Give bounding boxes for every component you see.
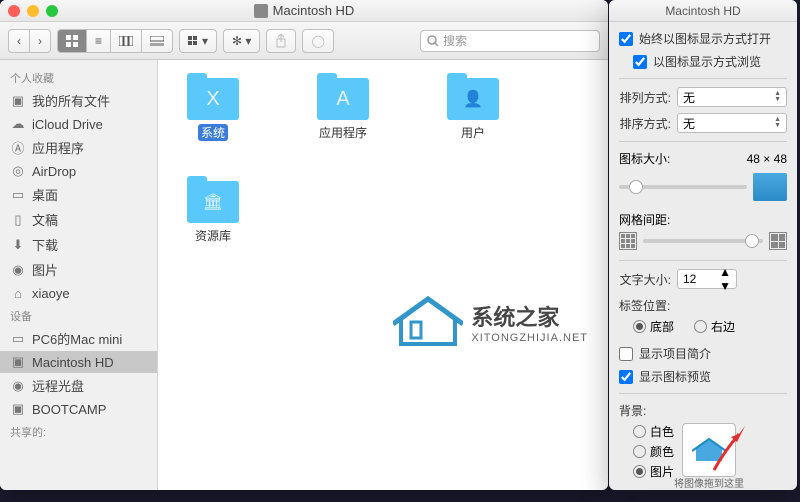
apps-icon: Ⓐ	[10, 140, 26, 156]
sidebar-item-apps[interactable]: Ⓐ应用程序	[0, 135, 157, 160]
sidebar-section-shared: 共享的:	[0, 420, 157, 442]
label-right-radio[interactable]: 右边	[694, 318, 735, 335]
bg-image-radio[interactable]: 图片	[633, 463, 674, 480]
folder-system[interactable]: X 系统	[178, 78, 248, 141]
grid-small-icon	[619, 232, 637, 250]
options-title[interactable]: Macintosh HD	[609, 0, 797, 22]
home-icon: ⌂	[10, 285, 26, 301]
stepper-icon: ▲▼	[774, 91, 781, 103]
checkbox[interactable]	[619, 32, 633, 46]
close-button[interactable]	[8, 5, 20, 17]
desktop-icon: ▭	[10, 187, 26, 203]
sidebar-item-downloads[interactable]: ⬇下载	[0, 232, 157, 257]
sidebar-section-devices: 设备	[0, 304, 157, 326]
sidebar-item-all-files[interactable]: ▣我的所有文件	[0, 88, 157, 113]
action-button[interactable]: ✻ ▾	[223, 29, 260, 53]
doc-icon: ▯	[10, 212, 26, 228]
disc-icon: ◉	[10, 378, 26, 394]
folder-users[interactable]: 👤 用户	[438, 78, 508, 141]
arrange-button[interactable]: ▾	[179, 29, 217, 53]
coverflow-view-button[interactable]	[141, 29, 173, 53]
nav-group: ‹ ›	[8, 29, 51, 53]
always-icon-checkbox[interactable]: 始终以图标显示方式打开	[619, 30, 787, 47]
forward-button[interactable]: ›	[29, 29, 51, 53]
minimize-button[interactable]	[27, 5, 39, 17]
grid-spacing-slider[interactable]	[643, 239, 763, 243]
label-bottom-radio[interactable]: 底部	[633, 318, 674, 335]
show-preview-checkbox[interactable]: 显示图标预览	[619, 368, 787, 385]
column-view-button[interactable]	[110, 29, 141, 53]
watermark-logo-icon	[393, 294, 463, 350]
finder-window: Macintosh HD ‹ › ≡ ▾ ✻ ▾ ◯	[0, 0, 608, 490]
bg-white-radio[interactable]: 白色	[633, 423, 674, 440]
sidebar-item-pictures[interactable]: ◉图片	[0, 257, 157, 282]
folder-library[interactable]: 🏛 资源库	[178, 181, 248, 244]
folder-icon: ▣	[10, 93, 26, 109]
sidebar-section-favorites: 个人收藏	[0, 66, 157, 88]
download-icon: ⬇	[10, 237, 26, 253]
sidebar-item-airdrop[interactable]: ◎AirDrop	[0, 160, 157, 182]
airdrop-icon: ◎	[10, 163, 26, 179]
sidebar-item-desktop[interactable]: ▭桌面	[0, 182, 157, 207]
disk-icon	[254, 4, 268, 18]
folder-applications[interactable]: A 应用程序	[308, 78, 378, 141]
bg-color-radio[interactable]: 颜色	[633, 443, 674, 460]
computer-icon: ▭	[10, 331, 26, 347]
titlebar[interactable]: Macintosh HD	[0, 0, 608, 22]
folder-icon: 🏛	[187, 181, 239, 223]
back-button[interactable]: ‹	[8, 29, 29, 53]
sidebar-item-documents[interactable]: ▯文稿	[0, 207, 157, 232]
browse-icon-checkbox[interactable]: 以图标显示方式浏览	[633, 53, 787, 70]
sidebar-item-remote-disc[interactable]: ◉远程光盘	[0, 373, 157, 398]
sidebar-item-home[interactable]: ⌂xiaoye	[0, 282, 157, 304]
share-button[interactable]	[266, 29, 296, 53]
disk-icon: ▣	[10, 354, 26, 370]
icon-size-slider[interactable]	[619, 185, 747, 189]
sidebar-item-computer[interactable]: ▭PC6的Mac mini	[0, 326, 157, 351]
stepper-icon: ▲▼	[719, 265, 731, 293]
checkbox[interactable]	[633, 55, 647, 69]
sort-select[interactable]: 无 ▲▼	[677, 113, 787, 133]
grid-large-icon	[769, 232, 787, 250]
sidebar: 个人收藏 ▣我的所有文件 ☁iCloud Drive Ⓐ应用程序 ◎AirDro…	[0, 60, 158, 490]
cloud-icon: ☁	[10, 116, 26, 132]
folder-preview-icon	[753, 173, 787, 201]
folder-icon: X	[187, 78, 239, 120]
traffic-lights	[8, 5, 58, 17]
sidebar-item-icloud[interactable]: ☁iCloud Drive	[0, 113, 157, 135]
icon-view-button[interactable]	[57, 29, 86, 53]
view-group: ≡	[57, 29, 173, 53]
show-info-checkbox[interactable]: 显示项目简介	[619, 345, 787, 362]
checkbox[interactable]	[619, 347, 633, 361]
text-size-select[interactable]: 12 ▲▼	[677, 269, 737, 289]
arrange-select[interactable]: 无 ▲▼	[677, 87, 787, 107]
photo-icon: ◉	[10, 262, 26, 278]
zoom-button[interactable]	[46, 5, 58, 17]
sidebar-item-bootcamp[interactable]: ▣BOOTCAMP	[0, 398, 157, 420]
search-input[interactable]: 搜索	[420, 30, 600, 52]
list-view-button[interactable]: ≡	[86, 29, 110, 53]
view-options-panel: Macintosh HD 始终以图标显示方式打开 以图标显示方式浏览 排列方式:…	[609, 0, 797, 490]
sidebar-item-macintosh-hd[interactable]: ▣Macintosh HD	[0, 351, 157, 373]
watermark: 系统之家 XITONGZHIJIA.NET	[393, 294, 588, 350]
content-pane[interactable]: X 系统 A 应用程序 👤 用户 🏛 资源库	[158, 60, 608, 490]
annotation-arrow-icon	[709, 422, 749, 472]
checkbox[interactable]	[619, 370, 633, 384]
search-icon	[427, 35, 439, 47]
folder-icon: 👤	[447, 78, 499, 120]
stepper-icon: ▲▼	[774, 117, 781, 129]
folder-icon: A	[317, 78, 369, 120]
finder-body: 个人收藏 ▣我的所有文件 ☁iCloud Drive Ⓐ应用程序 ◎AirDro…	[0, 60, 608, 490]
hdd-icon: ▣	[10, 401, 26, 417]
tags-button[interactable]: ◯	[302, 29, 333, 53]
window-title: Macintosh HD	[273, 3, 355, 18]
toolbar: ‹ › ≡ ▾ ✻ ▾ ◯ 搜索	[0, 22, 608, 60]
